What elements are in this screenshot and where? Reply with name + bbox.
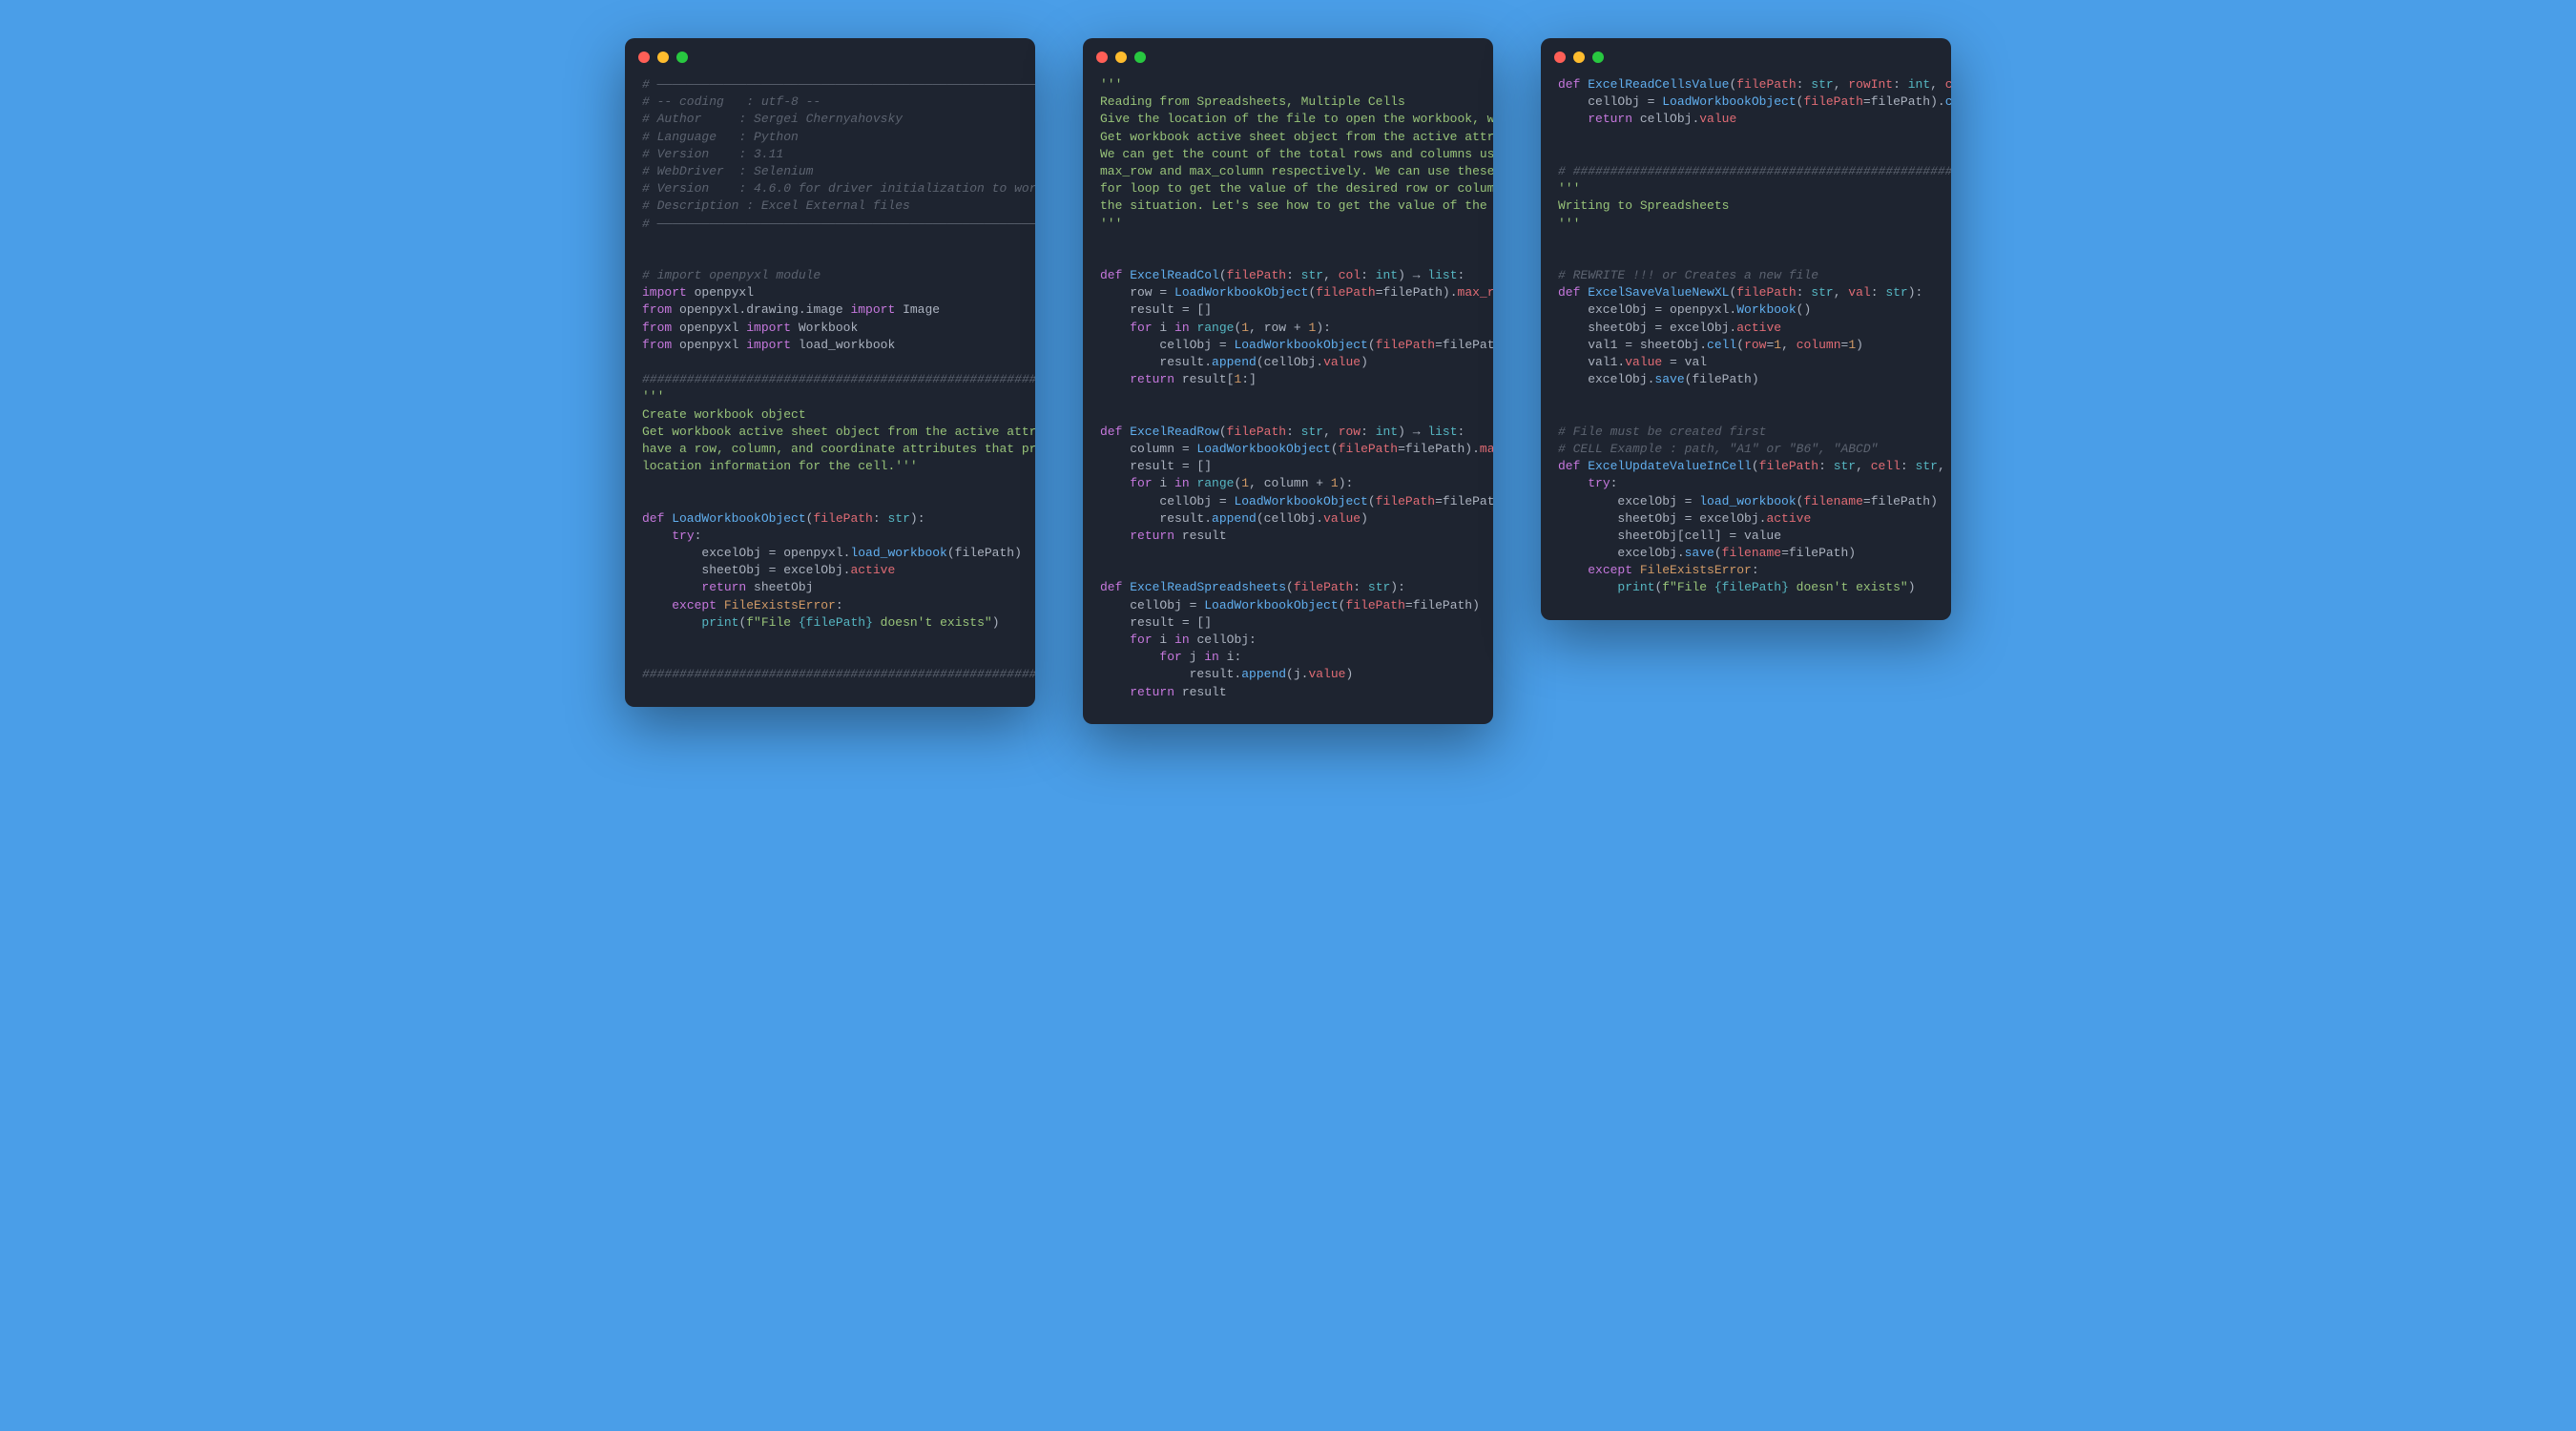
docstring: Get workbook active sheet object from th… — [1100, 130, 1493, 144]
class: Image — [895, 302, 940, 317]
function-name: LoadWorkbookObject — [664, 511, 805, 526]
docstring: ''' — [1100, 217, 1122, 231]
keyword: import — [850, 302, 895, 317]
maximize-icon[interactable] — [1134, 52, 1146, 63]
keyword: import — [746, 338, 791, 352]
docstring: ''' — [642, 389, 664, 404]
comment-line: # WebDriver : Selenium — [642, 164, 813, 178]
docstring: ''' — [1100, 77, 1122, 92]
builtin-print: print — [701, 615, 738, 630]
minimize-icon[interactable] — [1115, 52, 1127, 63]
keyword: from — [642, 302, 672, 317]
comment-line: # ——————————————————————————————————————… — [642, 217, 1035, 231]
keyword-except: except — [672, 598, 717, 612]
method: load_workbook — [850, 546, 946, 560]
keyword-def: def — [642, 511, 664, 526]
comment-line: # ######################################… — [1558, 164, 1951, 178]
param: filePath — [813, 511, 872, 526]
keyword-except: except — [1588, 563, 1632, 577]
code-window-1: # ——————————————————————————————————————… — [625, 38, 1035, 707]
docstring: location information for the cell.''' — [642, 459, 918, 473]
fstring: doesn't exists" — [873, 615, 992, 630]
comment-line: # File must be created first — [1558, 425, 1766, 439]
comment-line: # -- coding : utf-8 -- — [642, 94, 821, 109]
function-name: ExcelReadSpreadsheets — [1122, 580, 1286, 594]
comment-line: # ——————————————————————————————————————… — [642, 77, 1035, 92]
function-name: ExcelReadCol — [1122, 268, 1218, 282]
keyword: from — [642, 338, 672, 352]
module: openpyxl.drawing.image — [672, 302, 850, 317]
docstring: ''' — [1558, 181, 1580, 196]
docstring: Get workbook active sheet object from th… — [642, 425, 1035, 439]
docstring: We can get the count of the total rows a… — [1100, 147, 1493, 161]
keyword: import — [746, 321, 791, 335]
module: openpyxl — [687, 285, 754, 300]
type: str — [887, 511, 909, 526]
comment-line: # Version : 3.11 — [642, 147, 783, 161]
code-line: sheetObj = excelObj. — [642, 563, 850, 577]
comment-line: # Language : Python — [642, 130, 799, 144]
code-block-3: def ExcelReadCellsValue(filePath: str, r… — [1541, 71, 1951, 620]
module: openpyxl — [672, 338, 746, 352]
docstring: Give the location of the file to open th… — [1100, 112, 1493, 126]
keyword: import — [642, 285, 687, 300]
keyword: from — [642, 321, 672, 335]
comment-line: # CELL Example : path, "A1" or "B6", "AB… — [1558, 442, 1878, 456]
close-icon[interactable] — [638, 52, 650, 63]
keyword-def: def — [1100, 268, 1122, 282]
function-name: ExcelUpdateValueInCell — [1580, 459, 1751, 473]
keyword-try: try — [1588, 476, 1610, 490]
func-import: load_workbook — [791, 338, 895, 352]
fstring: f"File — [746, 615, 799, 630]
minimize-icon[interactable] — [657, 52, 669, 63]
code-window-3: def ExcelReadCellsValue(filePath: str, r… — [1541, 38, 1951, 620]
docstring: max_row and max_column respectively. We … — [1100, 164, 1493, 178]
builtin-print: print — [1617, 580, 1654, 594]
comment-line: # REWRITE !!! or Creates a new file — [1558, 268, 1818, 282]
code-block-2: ''' Reading from Spreadsheets, Multiple … — [1083, 71, 1493, 724]
comment-line: # import openpyxl module — [642, 268, 821, 282]
docstring: ''' — [1558, 217, 1580, 231]
comment-line: # Version : 4.6.0 for driver initializat… — [642, 181, 1035, 196]
attr: active — [850, 563, 895, 577]
docstring: Reading from Spreadsheets, Multiple Cell… — [1100, 94, 1405, 109]
window-controls — [1083, 38, 1493, 71]
docstring: Writing to Spreadsheets — [1558, 198, 1729, 213]
code-window-2: ''' Reading from Spreadsheets, Multiple … — [1083, 38, 1493, 724]
docstring: the situation. Let's see how to get the … — [1100, 198, 1493, 213]
minimize-icon[interactable] — [1573, 52, 1585, 63]
maximize-icon[interactable] — [676, 52, 688, 63]
docstring: Create workbook object — [642, 407, 806, 422]
module: openpyxl — [672, 321, 746, 335]
comment-line: # Description : Excel External files — [642, 198, 910, 213]
keyword-return: return — [701, 580, 746, 594]
exception: FileExistsError — [1632, 563, 1752, 577]
maximize-icon[interactable] — [1592, 52, 1604, 63]
comment-line: # Author : Sergei Chernyahovsky — [642, 112, 903, 126]
close-icon[interactable] — [1554, 52, 1566, 63]
comment-line: ########################################… — [642, 667, 1035, 681]
function-name: ExcelSaveValueNewXL — [1580, 285, 1729, 300]
class: Workbook — [791, 321, 858, 335]
fstring-var: {filePath} — [799, 615, 873, 630]
window-controls — [625, 38, 1035, 71]
window-controls — [1541, 38, 1951, 71]
code-line: excelObj = openpyxl. — [642, 546, 850, 560]
keyword-try: try — [672, 529, 694, 543]
exception: FileExistsError — [717, 598, 836, 612]
function-name: ExcelReadCellsValue — [1580, 77, 1729, 92]
code-block-1: # ——————————————————————————————————————… — [625, 71, 1035, 707]
docstring: have a row, column, and coordinate attri… — [642, 442, 1035, 456]
comment-line: ########################################… — [642, 372, 1035, 386]
close-icon[interactable] — [1096, 52, 1108, 63]
function-name: ExcelReadRow — [1122, 425, 1218, 439]
docstring: for loop to get the value of the desired… — [1100, 181, 1493, 196]
